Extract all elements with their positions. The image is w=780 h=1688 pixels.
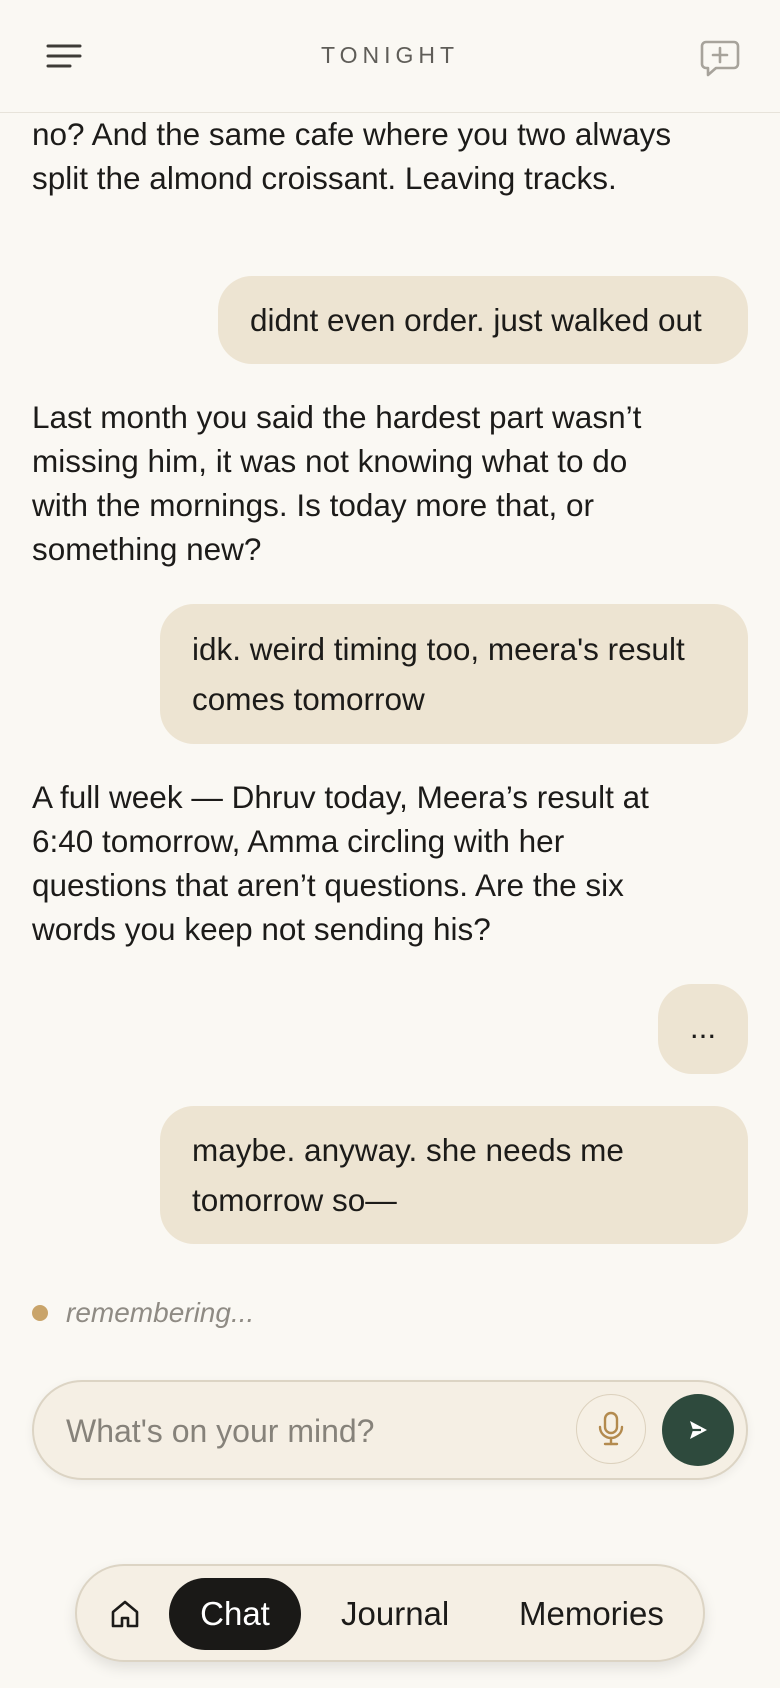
send-button[interactable] — [662, 1394, 734, 1466]
page-title: TONIGHT — [320, 42, 460, 68]
status-text: remembering... — [66, 1297, 255, 1328]
nav-home-button[interactable] — [105, 1594, 145, 1634]
memory-status: remembering... — [32, 1296, 254, 1330]
nav-tab-journal[interactable]: Journal — [341, 1578, 449, 1650]
voice-input-button[interactable] — [576, 1394, 646, 1464]
message-input[interactable] — [66, 1408, 546, 1454]
user-message-bubble: didnt even order. just walked out — [218, 276, 748, 364]
top-bar: TONIGHT — [0, 0, 780, 113]
nav-tab-memories[interactable]: Memories — [519, 1578, 664, 1650]
assistant-message: A full week — Dhruv today, Meera’s resul… — [32, 779, 649, 947]
status-dot — [32, 1305, 48, 1321]
new-chat-icon — [700, 40, 740, 77]
assistant-message: Last month you said the hardest part was… — [32, 399, 642, 567]
send-icon — [689, 1421, 707, 1439]
nav-tab-chat[interactable]: Chat — [169, 1578, 301, 1650]
microphone-icon — [598, 1411, 624, 1446]
home-icon — [111, 1600, 139, 1628]
message-composer — [32, 1380, 748, 1480]
user-message-bubble: maybe. anyway. she needs me tomorrow so— — [160, 1106, 748, 1244]
new-chat-button[interactable] — [698, 36, 742, 80]
chat-screen: TONIGHT no? And the same cafe where you … — [0, 0, 780, 1688]
user-message-bubble: ... — [658, 984, 748, 1074]
assistant-message: no? And the same cafe where you two alwa… — [32, 116, 672, 196]
user-message-bubble: idk. weird timing too, meera's result co… — [160, 604, 748, 744]
bottom-navigation: Chat Journal Memories — [75, 1564, 705, 1662]
